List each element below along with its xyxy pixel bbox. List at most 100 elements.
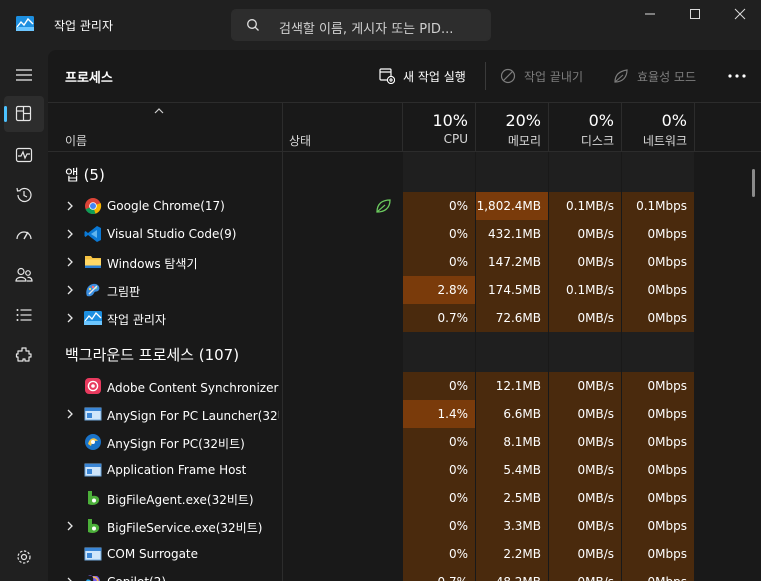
cpu-cell: 0% (403, 456, 476, 484)
cpu-value: 0% (448, 547, 468, 561)
chevron-right-icon[interactable] (65, 229, 75, 239)
window-title: 작업 관리자 (54, 19, 114, 33)
process-row[interactable]: BigFileAgent.exe(32비트) 0% 2.5MB 0MB/s 0Mbps (48, 484, 761, 512)
net-value: 0Mbps (647, 283, 687, 297)
net-cell: 0Mbps (622, 456, 695, 484)
run-new-task-button[interactable]: 새 작업 실행 (379, 66, 479, 86)
efficiency-mode-button[interactable]: 효율성 모드 (613, 66, 708, 86)
nav-users[interactable] (4, 257, 44, 293)
chevron-right-icon[interactable] (65, 201, 75, 211)
process-row[interactable]: COM Surrogate 0% 2.2MB 0MB/s 0Mbps (48, 540, 761, 568)
disk-value: 0MB/s (577, 491, 614, 505)
end-task-button[interactable]: 작업 끝내기 (500, 66, 595, 86)
hamburger-menu-button[interactable] (4, 57, 44, 93)
nav-details[interactable] (4, 297, 44, 333)
nav-processes[interactable] (4, 96, 44, 132)
column-disk[interactable]: 0% 디스크 (549, 103, 622, 153)
net-cell: 0Mbps (622, 304, 695, 332)
app-window-icon (84, 545, 102, 563)
cpu-cell: 0.7% (403, 568, 476, 581)
column-status[interactable]: 상태 (289, 132, 311, 149)
title-bar: 작업 관리자 검색할 이름, 게시자 또는 PID... (0, 0, 761, 50)
mem-value: 2.2MB (503, 547, 541, 561)
hamburger-menu-icon (16, 69, 32, 81)
process-name: AnySign For PC Launcher(32비트) (107, 409, 279, 423)
disk-value: 0MB/s (577, 407, 614, 421)
maximize-button[interactable] (672, 0, 718, 30)
app-window-icon (84, 405, 102, 423)
net-value: 0Mbps (647, 547, 687, 561)
memory-total: 20% (505, 111, 541, 130)
cpu-cell: 1.4% (403, 400, 476, 428)
group-title-background: 백그라운드 프로세스 (107) (65, 346, 240, 364)
efficiency-mode-label: 효율성 모드 (637, 70, 697, 84)
nav-app-history[interactable] (4, 177, 44, 213)
bigfile-icon (84, 489, 102, 507)
nav-settings[interactable] (4, 539, 44, 575)
paint-icon (84, 281, 102, 299)
nav-startup-apps[interactable] (4, 217, 44, 253)
page-title: 프로세스 (65, 71, 113, 86)
process-row[interactable]: AnySign For PC Launcher(32비트) 1.4% 6.6MB 0M… (48, 400, 761, 428)
process-row[interactable]: Windows 탐색기 0% 147.2MB 0MB/s 0Mbps (48, 248, 761, 276)
chevron-right-icon[interactable] (65, 313, 75, 323)
cpu-value: 0% (448, 491, 468, 505)
cpu-cell: 0% (403, 248, 476, 276)
process-name: 그림판 (107, 285, 141, 299)
disk-cell: 0MB/s (549, 372, 622, 400)
search-input[interactable]: 검색할 이름, 게시자 또는 PID... (231, 9, 491, 41)
column-name[interactable]: 이름 (65, 132, 87, 149)
users-icon (15, 267, 33, 282)
mem-value: 12.1MB (495, 379, 541, 393)
group-cell-spacer (476, 152, 549, 192)
process-row[interactable]: Copilot(2) 0.7% 48.2MB 0MB/s 0Mbps (48, 568, 761, 581)
process-row[interactable]: BigFileService.exe(32비트) 0% 3.3MB 0MB/s 0Mbp… (48, 512, 761, 540)
chevron-right-icon[interactable] (65, 521, 75, 531)
column-memory[interactable]: 20% 메모리 (476, 103, 549, 153)
disk-value: 0MB/s (577, 519, 614, 533)
memory-label: 메모리 (507, 134, 541, 148)
column-cpu[interactable]: 10% CPU (403, 103, 476, 153)
app-window-icon (84, 461, 102, 479)
disk-cell: 0MB/s (549, 540, 622, 568)
process-row[interactable]: Application Frame Host 0% 5.4MB 0MB/s 0Mbps (48, 456, 761, 484)
process-row[interactable]: 작업 관리자 0.7% 72.6MB 0MB/s 0Mbps (48, 304, 761, 332)
process-name: BigFileService.exe(32비트) (107, 521, 263, 535)
disk-value: 0MB/s (577, 379, 614, 393)
process-row[interactable]: Visual Studio Code(9) 0% 432.1MB 0MB/s 0Mbps (48, 220, 761, 248)
net-cell: 0Mbps (622, 484, 695, 512)
processes-page: 프로세스 새 작업 실행 작업 끝내기 효율성 모드 이름 상태 10% CPU… (48, 50, 761, 581)
chevron-right-icon[interactable] (65, 285, 75, 295)
mem-value: 48.2MB (496, 575, 541, 581)
disk-value: 0MB/s (577, 255, 614, 269)
network-total: 0% (661, 111, 687, 130)
app-history-icon (16, 187, 32, 203)
process-name: Visual Studio Code(9) (107, 227, 237, 241)
navigation-pane (0, 50, 48, 581)
nav-performance[interactable] (4, 137, 44, 173)
process-row[interactable]: Adobe Content Synchronizer(32비트) 0% 12.1MB… (48, 372, 761, 400)
process-row[interactable]: AnySign For PC(32비트) 0% 8.1MB 0MB/s 0Mbps (48, 428, 761, 456)
net-cell: 0Mbps (622, 372, 695, 400)
minimize-button[interactable] (627, 0, 673, 30)
chevron-right-icon[interactable] (65, 409, 75, 419)
efficiency-mode-leaf-icon (376, 199, 391, 213)
column-network[interactable]: 0% 네트워크 (622, 103, 695, 153)
chevron-right-icon[interactable] (65, 257, 75, 267)
mem-cell: 12.1MB (476, 372, 549, 400)
nav-services[interactable] (4, 337, 44, 373)
anysign-icon (84, 433, 102, 451)
disk-value: 0MB/s (577, 311, 614, 325)
disk-cell: 0MB/s (549, 512, 622, 540)
process-row[interactable]: 그림판 2.8% 174.5MB 0.1MB/s 0Mbps (48, 276, 761, 304)
folder-icon (84, 253, 102, 271)
scrollbar-thumb[interactable] (752, 169, 755, 197)
process-row[interactable]: Google Chrome(17) 0% 1,802.4MB 0.1MB/s 0.1Mb… (48, 192, 761, 220)
close-button[interactable] (717, 0, 761, 30)
cpu-value: 0% (448, 463, 468, 477)
chevron-right-icon[interactable] (65, 577, 75, 581)
mem-value: 147.2MB (488, 255, 541, 269)
mem-cell: 5.4MB (476, 456, 549, 484)
more-options-icon[interactable] (728, 74, 746, 78)
disk-value: 0MB/s (577, 227, 614, 241)
